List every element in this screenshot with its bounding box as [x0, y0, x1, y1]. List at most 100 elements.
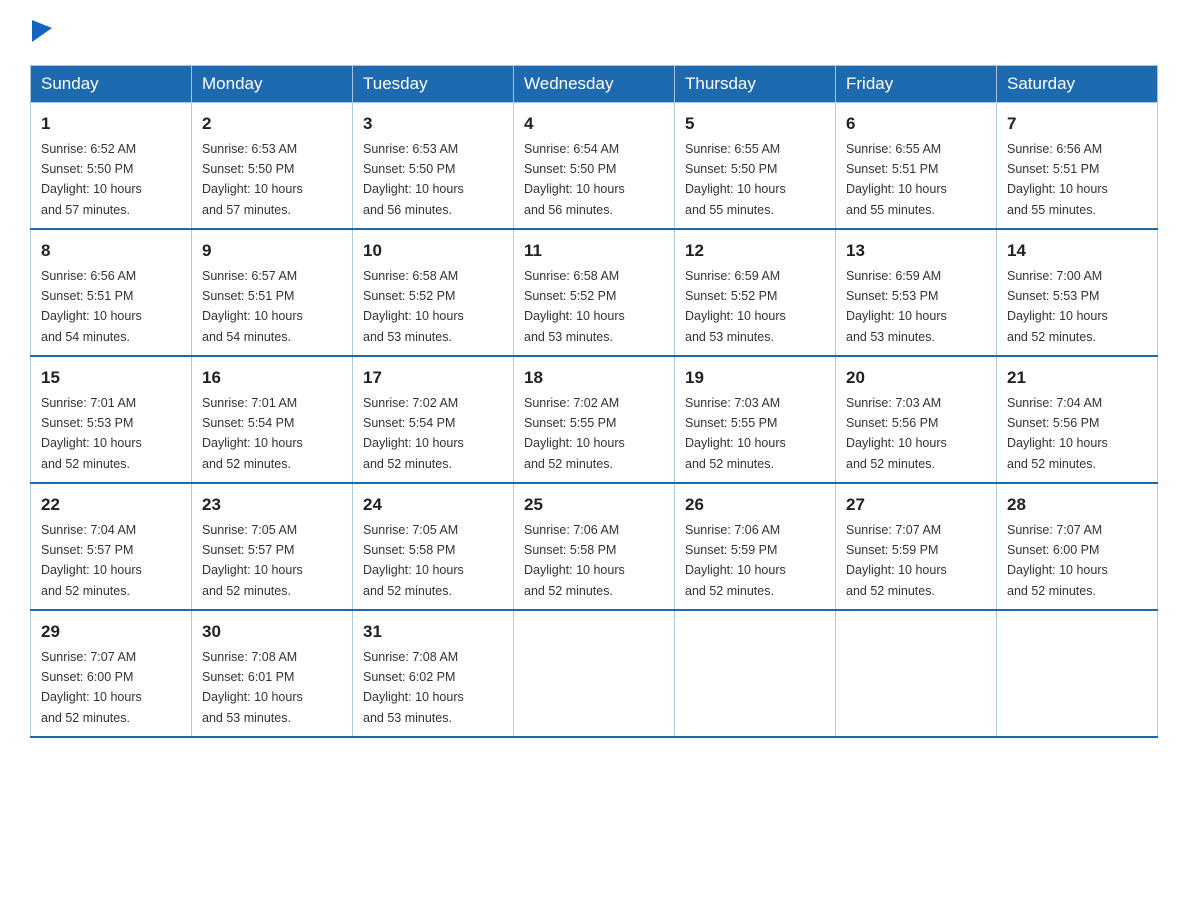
- weekday-header-row: SundayMondayTuesdayWednesdayThursdayFrid…: [31, 66, 1158, 103]
- calendar-cell: 21 Sunrise: 7:04 AMSunset: 5:56 PMDaylig…: [997, 356, 1158, 483]
- day-info: Sunrise: 7:06 AMSunset: 5:59 PMDaylight:…: [685, 523, 786, 598]
- calendar-cell: 13 Sunrise: 6:59 AMSunset: 5:53 PMDaylig…: [836, 229, 997, 356]
- weekday-header-thursday: Thursday: [675, 66, 836, 103]
- calendar-cell: 28 Sunrise: 7:07 AMSunset: 6:00 PMDaylig…: [997, 483, 1158, 610]
- day-number: 17: [363, 365, 503, 391]
- day-number: 11: [524, 238, 664, 264]
- day-info: Sunrise: 7:08 AMSunset: 6:01 PMDaylight:…: [202, 650, 303, 725]
- day-info: Sunrise: 6:57 AMSunset: 5:51 PMDaylight:…: [202, 269, 303, 344]
- day-info: Sunrise: 6:53 AMSunset: 5:50 PMDaylight:…: [363, 142, 464, 217]
- calendar-cell: 18 Sunrise: 7:02 AMSunset: 5:55 PMDaylig…: [514, 356, 675, 483]
- day-info: Sunrise: 6:55 AMSunset: 5:50 PMDaylight:…: [685, 142, 786, 217]
- day-info: Sunrise: 7:05 AMSunset: 5:58 PMDaylight:…: [363, 523, 464, 598]
- calendar-cell: [836, 610, 997, 737]
- calendar-cell: [997, 610, 1158, 737]
- day-number: 15: [41, 365, 181, 391]
- calendar-cell: 7 Sunrise: 6:56 AMSunset: 5:51 PMDayligh…: [997, 103, 1158, 230]
- page-header: [30, 20, 1158, 47]
- day-info: Sunrise: 7:03 AMSunset: 5:56 PMDaylight:…: [846, 396, 947, 471]
- day-number: 7: [1007, 111, 1147, 137]
- calendar-cell: 30 Sunrise: 7:08 AMSunset: 6:01 PMDaylig…: [192, 610, 353, 737]
- day-info: Sunrise: 7:02 AMSunset: 5:54 PMDaylight:…: [363, 396, 464, 471]
- day-info: Sunrise: 7:07 AMSunset: 5:59 PMDaylight:…: [846, 523, 947, 598]
- weekday-header-monday: Monday: [192, 66, 353, 103]
- day-number: 20: [846, 365, 986, 391]
- calendar-cell: 31 Sunrise: 7:08 AMSunset: 6:02 PMDaylig…: [353, 610, 514, 737]
- day-info: Sunrise: 6:54 AMSunset: 5:50 PMDaylight:…: [524, 142, 625, 217]
- calendar-cell: 2 Sunrise: 6:53 AMSunset: 5:50 PMDayligh…: [192, 103, 353, 230]
- day-info: Sunrise: 6:58 AMSunset: 5:52 PMDaylight:…: [524, 269, 625, 344]
- day-number: 10: [363, 238, 503, 264]
- calendar-cell: 6 Sunrise: 6:55 AMSunset: 5:51 PMDayligh…: [836, 103, 997, 230]
- calendar-cell: 10 Sunrise: 6:58 AMSunset: 5:52 PMDaylig…: [353, 229, 514, 356]
- calendar-cell: 24 Sunrise: 7:05 AMSunset: 5:58 PMDaylig…: [353, 483, 514, 610]
- calendar-week-row: 22 Sunrise: 7:04 AMSunset: 5:57 PMDaylig…: [31, 483, 1158, 610]
- logo: [30, 20, 52, 47]
- day-number: 14: [1007, 238, 1147, 264]
- calendar-week-row: 15 Sunrise: 7:01 AMSunset: 5:53 PMDaylig…: [31, 356, 1158, 483]
- weekday-header-sunday: Sunday: [31, 66, 192, 103]
- calendar-week-row: 29 Sunrise: 7:07 AMSunset: 6:00 PMDaylig…: [31, 610, 1158, 737]
- day-number: 4: [524, 111, 664, 137]
- calendar-cell: 19 Sunrise: 7:03 AMSunset: 5:55 PMDaylig…: [675, 356, 836, 483]
- day-info: Sunrise: 6:56 AMSunset: 5:51 PMDaylight:…: [41, 269, 142, 344]
- day-number: 25: [524, 492, 664, 518]
- calendar-cell: [675, 610, 836, 737]
- day-info: Sunrise: 6:59 AMSunset: 5:53 PMDaylight:…: [846, 269, 947, 344]
- calendar-cell: 3 Sunrise: 6:53 AMSunset: 5:50 PMDayligh…: [353, 103, 514, 230]
- day-number: 8: [41, 238, 181, 264]
- calendar-cell: 15 Sunrise: 7:01 AMSunset: 5:53 PMDaylig…: [31, 356, 192, 483]
- day-info: Sunrise: 7:07 AMSunset: 6:00 PMDaylight:…: [41, 650, 142, 725]
- day-info: Sunrise: 6:55 AMSunset: 5:51 PMDaylight:…: [846, 142, 947, 217]
- logo-arrow-icon: [32, 20, 52, 42]
- day-number: 23: [202, 492, 342, 518]
- calendar-week-row: 1 Sunrise: 6:52 AMSunset: 5:50 PMDayligh…: [31, 103, 1158, 230]
- day-number: 29: [41, 619, 181, 645]
- day-number: 22: [41, 492, 181, 518]
- calendar-cell: 11 Sunrise: 6:58 AMSunset: 5:52 PMDaylig…: [514, 229, 675, 356]
- calendar-cell: 14 Sunrise: 7:00 AMSunset: 5:53 PMDaylig…: [997, 229, 1158, 356]
- calendar-cell: 1 Sunrise: 6:52 AMSunset: 5:50 PMDayligh…: [31, 103, 192, 230]
- day-info: Sunrise: 7:01 AMSunset: 5:54 PMDaylight:…: [202, 396, 303, 471]
- day-info: Sunrise: 7:03 AMSunset: 5:55 PMDaylight:…: [685, 396, 786, 471]
- calendar-cell: [514, 610, 675, 737]
- day-number: 31: [363, 619, 503, 645]
- day-info: Sunrise: 6:53 AMSunset: 5:50 PMDaylight:…: [202, 142, 303, 217]
- day-info: Sunrise: 6:52 AMSunset: 5:50 PMDaylight:…: [41, 142, 142, 217]
- day-info: Sunrise: 7:07 AMSunset: 6:00 PMDaylight:…: [1007, 523, 1108, 598]
- day-number: 6: [846, 111, 986, 137]
- calendar-cell: 17 Sunrise: 7:02 AMSunset: 5:54 PMDaylig…: [353, 356, 514, 483]
- weekday-header-wednesday: Wednesday: [514, 66, 675, 103]
- calendar-cell: 26 Sunrise: 7:06 AMSunset: 5:59 PMDaylig…: [675, 483, 836, 610]
- calendar-table: SundayMondayTuesdayWednesdayThursdayFrid…: [30, 65, 1158, 738]
- day-info: Sunrise: 7:06 AMSunset: 5:58 PMDaylight:…: [524, 523, 625, 598]
- day-number: 1: [41, 111, 181, 137]
- day-number: 26: [685, 492, 825, 518]
- day-info: Sunrise: 7:01 AMSunset: 5:53 PMDaylight:…: [41, 396, 142, 471]
- day-number: 27: [846, 492, 986, 518]
- weekday-header-friday: Friday: [836, 66, 997, 103]
- calendar-cell: 23 Sunrise: 7:05 AMSunset: 5:57 PMDaylig…: [192, 483, 353, 610]
- calendar-cell: 27 Sunrise: 7:07 AMSunset: 5:59 PMDaylig…: [836, 483, 997, 610]
- day-info: Sunrise: 7:00 AMSunset: 5:53 PMDaylight:…: [1007, 269, 1108, 344]
- calendar-cell: 25 Sunrise: 7:06 AMSunset: 5:58 PMDaylig…: [514, 483, 675, 610]
- calendar-cell: 5 Sunrise: 6:55 AMSunset: 5:50 PMDayligh…: [675, 103, 836, 230]
- weekday-header-saturday: Saturday: [997, 66, 1158, 103]
- calendar-cell: 20 Sunrise: 7:03 AMSunset: 5:56 PMDaylig…: [836, 356, 997, 483]
- day-number: 18: [524, 365, 664, 391]
- weekday-header-tuesday: Tuesday: [353, 66, 514, 103]
- calendar-cell: 12 Sunrise: 6:59 AMSunset: 5:52 PMDaylig…: [675, 229, 836, 356]
- day-number: 12: [685, 238, 825, 264]
- day-number: 19: [685, 365, 825, 391]
- day-info: Sunrise: 6:58 AMSunset: 5:52 PMDaylight:…: [363, 269, 464, 344]
- calendar-cell: 8 Sunrise: 6:56 AMSunset: 5:51 PMDayligh…: [31, 229, 192, 356]
- day-info: Sunrise: 7:02 AMSunset: 5:55 PMDaylight:…: [524, 396, 625, 471]
- calendar-cell: 22 Sunrise: 7:04 AMSunset: 5:57 PMDaylig…: [31, 483, 192, 610]
- calendar-cell: 4 Sunrise: 6:54 AMSunset: 5:50 PMDayligh…: [514, 103, 675, 230]
- day-number: 24: [363, 492, 503, 518]
- calendar-cell: 29 Sunrise: 7:07 AMSunset: 6:00 PMDaylig…: [31, 610, 192, 737]
- day-number: 28: [1007, 492, 1147, 518]
- calendar-week-row: 8 Sunrise: 6:56 AMSunset: 5:51 PMDayligh…: [31, 229, 1158, 356]
- day-info: Sunrise: 7:08 AMSunset: 6:02 PMDaylight:…: [363, 650, 464, 725]
- day-number: 21: [1007, 365, 1147, 391]
